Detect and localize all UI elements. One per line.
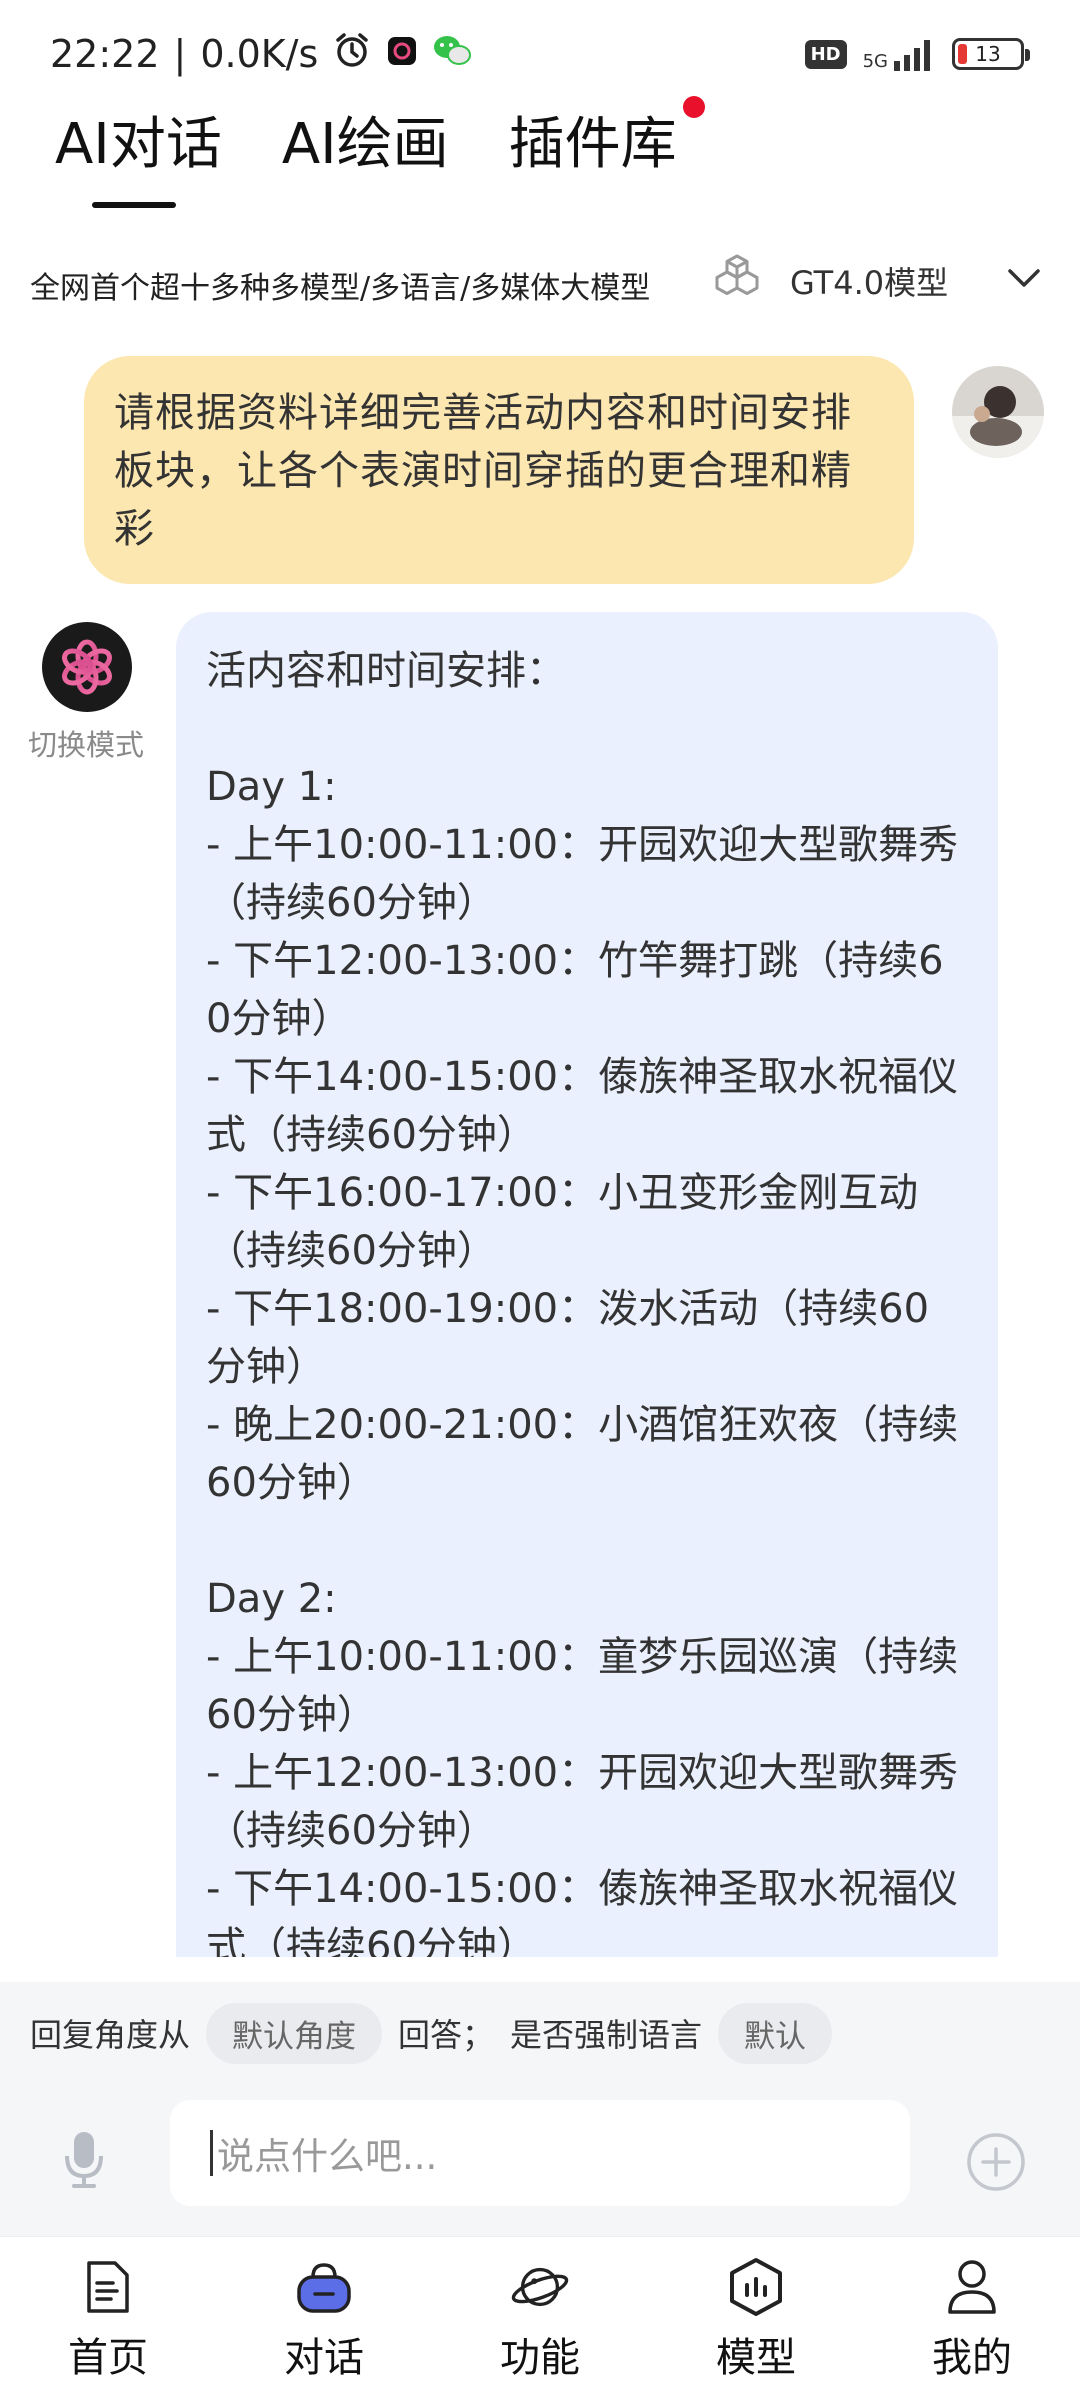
bottom-nav: 首页 对话 功能 模型 我的 [0,2236,1080,2400]
alarm-icon [332,30,372,79]
bot-avatar[interactable] [42,622,132,712]
planet-icon [510,2257,570,2317]
status-separator: | [173,32,187,76]
model-description: 全网首个超十多种多模型/多语言/多媒体大模型 [30,271,651,306]
text-caret [210,2130,213,2176]
user-message-text: 请根据资料详细完善活动内容和时间安排板块，让各个表演时间穿插的更合理和精彩 [114,390,852,552]
switch-mode-label[interactable]: 切换模式 [28,722,144,764]
status-left: 22:22 | 0.0K/s [50,26,472,82]
wechat-icon [432,32,472,76]
reply-options-bar: 回复角度从 默认角度 回答； 是否强制语言 默认 [0,1982,1080,2084]
tab-plugin-library[interactable]: 插件库 [508,96,705,200]
bot-message-bubble: 活内容和时间安排： Day 1: - 上午10:00-11:00：开园欢迎大型歌… [176,612,998,1957]
user-avatar[interactable] [952,366,1044,458]
document-icon [78,2257,138,2317]
nav-features-label: 功能 [500,2335,580,2381]
message-input[interactable]: 说点什么吧... [170,2100,910,2206]
app-notification-icon [386,32,418,76]
language-select-pill[interactable]: 默认 [718,2002,833,2064]
battery-indicator: 13 [952,38,1030,70]
angle-select-pill[interactable]: 默认角度 [206,2002,383,2064]
top-tabs: AI对话 AI绘画 插件库 [55,96,705,208]
options-middle: 回答； [398,2016,495,2054]
status-bar: 22:22 | 0.0K/s HD 5G 13 [0,0,1080,104]
user-message-bubble: 请根据资料详细完善活动内容和时间安排板块，让各个表演时间穿插的更合理和精彩 [84,356,914,584]
signal-icon: 5G [863,37,936,71]
user-icon [942,2257,1002,2317]
input-area: 说点什么吧... [0,2084,1080,2236]
cubes-icon [710,252,764,310]
tab-ai-chat-label: AI对话 [55,112,222,177]
nav-chat-label: 对话 [284,2335,364,2381]
model-selector[interactable]: GT4.0模型 [710,249,948,313]
nav-home-label: 首页 [68,2335,148,2381]
tab-ai-drawing-label: AI绘画 [281,112,449,177]
chevron-down-icon[interactable] [1004,261,1044,301]
tab-ai-chat[interactable]: AI对话 [55,100,222,208]
status-net-speed: 0.0K/s [200,32,319,76]
model-row: 全网首个超十多种多模型/多语言/多媒体大模型 GT4.0模型 [0,245,1080,317]
tab-plugin-library-label: 插件库 [508,112,677,177]
battery-level: 13 [975,42,1001,66]
nav-me-label: 我的 [932,2335,1012,2381]
microphone-icon[interactable] [62,2130,106,2194]
status-right: HD 5G 13 [804,30,1030,78]
notification-dot [682,96,705,118]
language-label: 是否强制语言 [510,2016,703,2054]
message-input-placeholder: 说点什么吧... [217,2135,438,2178]
hexagon-chart-icon [726,2257,786,2317]
tab-ai-drawing[interactable]: AI绘画 [282,100,449,200]
nav-home[interactable]: 首页 [0,2237,216,2400]
nav-features[interactable]: 功能 [432,2237,648,2400]
options-prefix: 回复角度从 [30,2016,191,2054]
chat-robot-icon [294,2257,354,2317]
nav-models-label: 模型 [716,2335,796,2381]
hd-badge: HD [804,39,847,69]
nav-chat[interactable]: 对话 [216,2237,432,2400]
status-time: 22:22 [50,32,160,76]
bot-message-text: 活内容和时间安排： Day 1: - 上午10:00-11:00：开园欢迎大型歌… [206,648,959,1957]
model-name: GT4.0模型 [790,264,949,302]
nav-models[interactable]: 模型 [648,2237,864,2400]
add-icon[interactable] [966,2132,1026,2196]
nav-me[interactable]: 我的 [864,2237,1080,2400]
network-type: 5G [862,51,888,72]
